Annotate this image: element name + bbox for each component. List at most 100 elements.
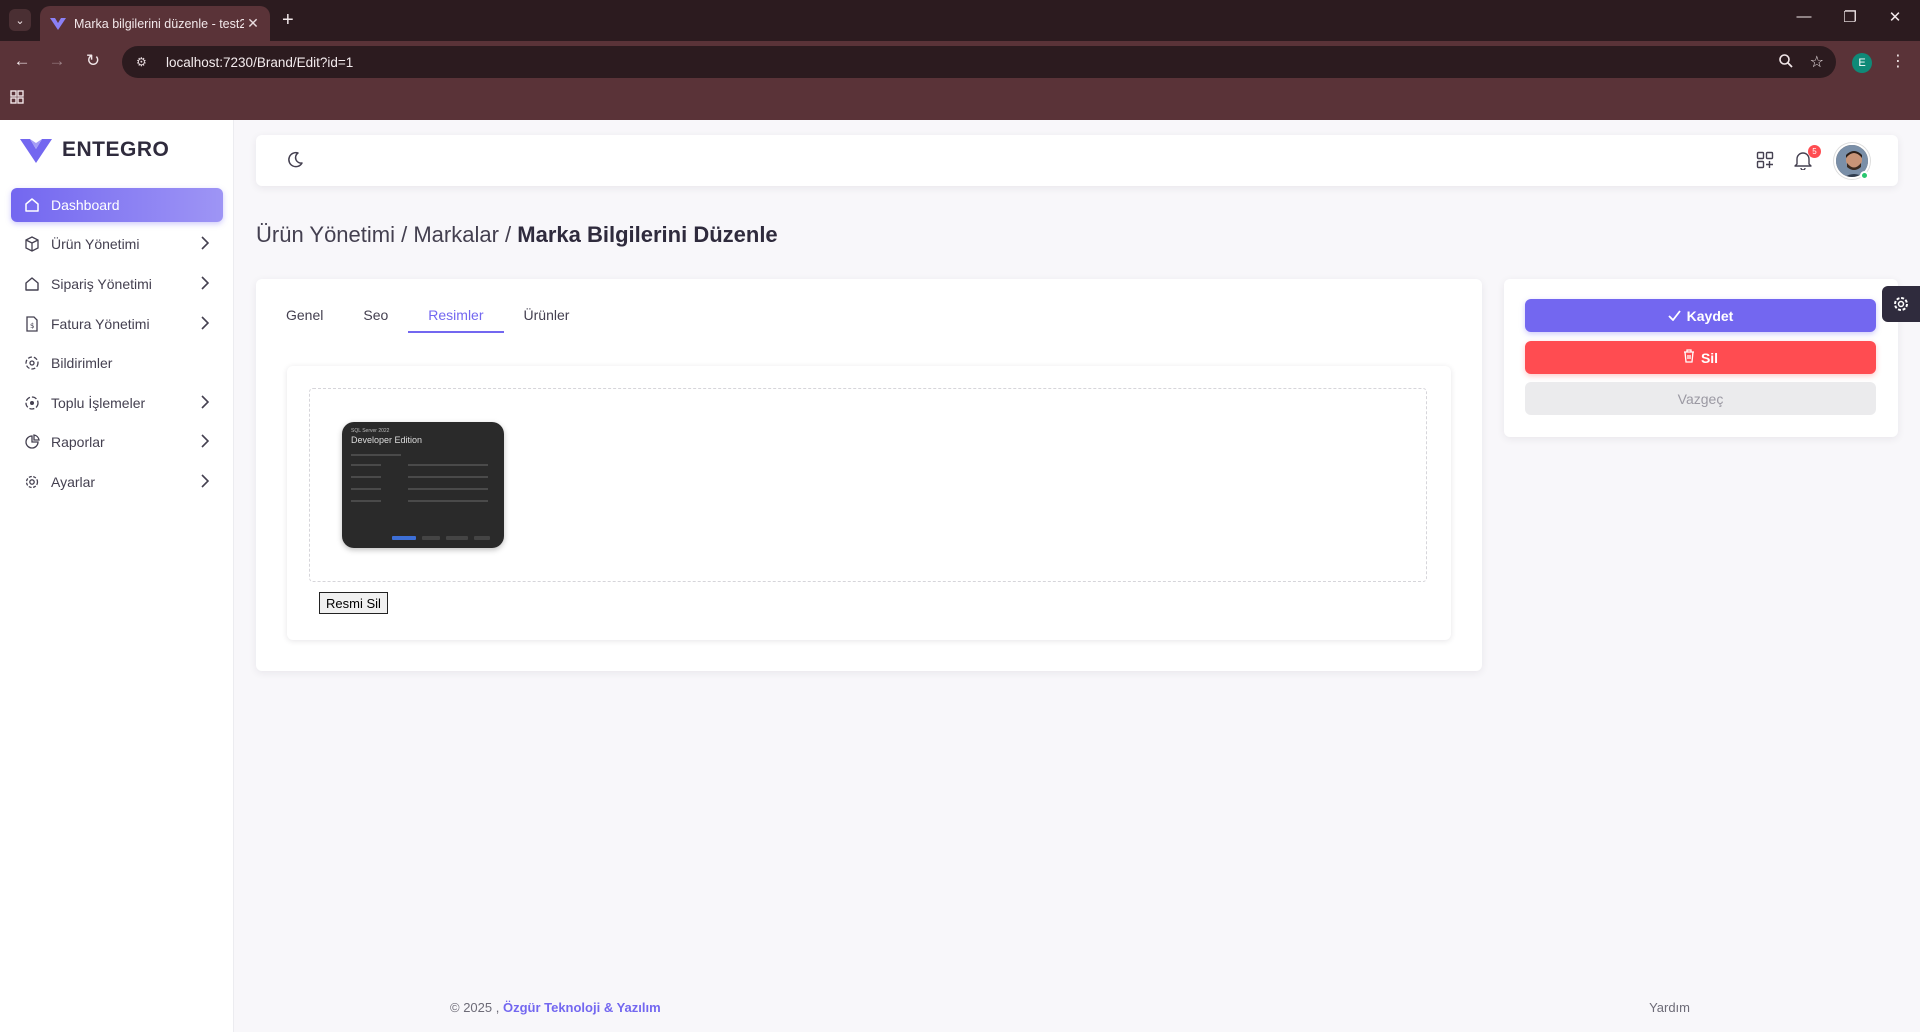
sidebar-item-ayarlar[interactable]: Ayarlar [11, 465, 223, 499]
apps-grid-icon[interactable] [10, 90, 24, 107]
bookmark-star-icon[interactable]: ☆ [1810, 52, 1824, 72]
thumbnail-text-line [351, 454, 401, 456]
trash-icon [1683, 349, 1695, 366]
thumbnail-text-line [351, 464, 381, 466]
thumbnail-text-line [351, 488, 381, 490]
actions-card: Kaydet Sil Vazgeç [1504, 279, 1898, 437]
chevron-right-icon [201, 474, 210, 491]
thumbnail-text-line [408, 500, 488, 502]
sidebar-item-label: Raporlar [51, 434, 105, 450]
sidebar-item-dashboard[interactable]: Dashboard [11, 188, 223, 222]
svg-text:$: $ [30, 322, 34, 330]
sidebar-item-raporlar[interactable]: Raporlar [11, 425, 223, 459]
sidebar: ENTEGRO Dashboard Ürün Yönetimi Sipariş … [0, 120, 234, 1032]
save-button-label: Kaydet [1686, 307, 1734, 324]
theme-customizer-gear-icon[interactable] [1882, 286, 1920, 322]
brand-name: ENTEGRO [62, 138, 170, 161]
thumbnail-text-line [408, 488, 488, 490]
image-dropzone[interactable]: SQL Server 2022 Developer Edition [309, 388, 1427, 582]
delete-button-label: Sil [1700, 349, 1719, 366]
profile-avatar[interactable]: E [1852, 53, 1872, 73]
thumbnail-caption-title: Developer Edition [351, 435, 423, 445]
entegro-logo-icon [20, 139, 52, 163]
brand-image-thumbnail[interactable]: SQL Server 2022 Developer Edition [342, 422, 504, 548]
chevron-right-icon [201, 236, 210, 253]
thumbnail-text-line [351, 500, 381, 502]
tab-urunler[interactable]: Ürünler [504, 299, 590, 333]
chevron-right-icon [201, 316, 210, 333]
sidebar-item-fatura-yonetimi[interactable]: $ Fatura Yönetimi [11, 307, 223, 341]
breadcrumb-current: Marka Bilgilerini Düzenle [517, 222, 778, 247]
sidebar-item-label: Fatura Yönetimi [51, 316, 150, 332]
tab-bar: Genel Seo Resimler Ürünler [286, 299, 589, 333]
forward-icon[interactable]: → [44, 48, 70, 74]
thumbnail-button [446, 536, 468, 540]
sidebar-item-bildirimler[interactable]: Bildirimler [11, 346, 223, 380]
images-panel: SQL Server 2022 Developer Edition Resmi … [287, 366, 1451, 640]
sidebar-item-label: Bildirimler [51, 355, 113, 371]
browser-tab[interactable]: Marka bilgilerini düzenle - test2 ✕ [40, 6, 270, 41]
minimize-icon[interactable]: — [1794, 8, 1814, 25]
edit-brand-card: Genel Seo Resimler Ürünler SQL Server 20… [256, 279, 1482, 671]
browser-menu-icon[interactable]: ⋮ [1890, 51, 1906, 71]
sidebar-item-label: Ayarlar [51, 474, 96, 490]
tab-search-button[interactable]: ⌄ [9, 9, 31, 31]
online-status-dot [1860, 171, 1869, 180]
sidebar-item-siparis-yonetimi[interactable]: Sipariş Yönetimi [11, 267, 223, 301]
zoom-icon[interactable] [1778, 53, 1794, 72]
sidebar-item-label: Ürün Yönetimi [51, 236, 140, 252]
sidebar-item-urun-yonetimi[interactable]: Ürün Yönetimi [11, 227, 223, 261]
breadcrumb-separator: / [498, 222, 518, 247]
footer-company-link[interactable]: Özgür Teknoloji & Yazılım [503, 1000, 661, 1015]
tab-resimler[interactable]: Resimler [408, 299, 504, 333]
thumbnail-button [474, 536, 490, 540]
cancel-button-label: Vazgeç [1677, 390, 1724, 407]
breadcrumb-urun-yonetimi[interactable]: Ürün Yönetimi [256, 222, 395, 247]
tab-seo[interactable]: Seo [343, 299, 408, 333]
box-icon [23, 235, 41, 253]
address-bar[interactable]: ⚙ localhost:7230/Brand/Edit?id=1 ☆ [122, 46, 1836, 78]
thumbnail-button [422, 536, 440, 540]
chevron-right-icon [201, 395, 210, 412]
site-settings-icon[interactable]: ⚙ [136, 55, 154, 69]
browser-chrome: ⌄ Marka bilgilerini düzenle - test2 ✕ + … [0, 0, 1920, 120]
breadcrumb-separator: / [395, 222, 414, 247]
chart-pie-icon [23, 433, 41, 451]
entegro-favicon-icon [50, 16, 66, 32]
breadcrumb-markalar[interactable]: Markalar [413, 222, 499, 247]
tab-strip: ⌄ Marka bilgilerini düzenle - test2 ✕ + … [0, 0, 1920, 41]
sidebar-item-label: Dashboard [51, 197, 120, 213]
chevron-right-icon [201, 434, 210, 451]
cancel-button[interactable]: Vazgeç [1525, 382, 1876, 415]
footer-help-link[interactable]: Yardım [1649, 1000, 1690, 1015]
save-button[interactable]: Kaydet [1525, 299, 1876, 332]
invoice-icon: $ [23, 315, 41, 333]
shortcuts-grid-icon[interactable] [1756, 151, 1774, 174]
close-window-icon[interactable]: ✕ [1885, 8, 1905, 26]
tab-genel[interactable]: Genel [286, 299, 343, 333]
sidebar-item-label: Toplu İşlemeler [51, 395, 146, 411]
top-navbar: 5 [256, 135, 1898, 186]
back-icon[interactable]: ← [9, 48, 35, 74]
delete-image-button[interactable]: Resmi Sil [319, 592, 388, 614]
thumbnail-button [392, 536, 416, 540]
gear-icon [23, 473, 41, 491]
delete-button[interactable]: Sil [1525, 341, 1876, 374]
brand-logo[interactable]: ENTEGRO [20, 137, 169, 163]
browser-toolbar: ← → ↻ ⚙ localhost:7230/Brand/Edit?id=1 ☆… [0, 41, 1920, 81]
home-icon [23, 196, 41, 214]
thumbnail-text-line [351, 476, 381, 478]
page-title-breadcrumb: Ürün Yönetimi / Markalar / Marka Bilgile… [256, 222, 778, 248]
thumbnail-text-line [408, 464, 488, 466]
sidebar-item-toplu-islemeler[interactable]: Toplu İşlemeler [11, 386, 223, 420]
reload-icon[interactable]: ↻ [80, 48, 106, 74]
new-tab-button[interactable]: + [282, 8, 294, 32]
tab-title: Marka bilgilerini düzenle - test2 [74, 16, 244, 31]
bulk-icon [23, 394, 41, 412]
theme-toggle-moon-icon[interactable] [286, 151, 304, 174]
tab-close-icon[interactable]: ✕ [244, 15, 262, 32]
restore-icon[interactable]: ❐ [1840, 8, 1860, 26]
check-icon [1668, 308, 1681, 324]
home-icon [23, 275, 41, 293]
thumbnail-text-line [408, 476, 488, 478]
